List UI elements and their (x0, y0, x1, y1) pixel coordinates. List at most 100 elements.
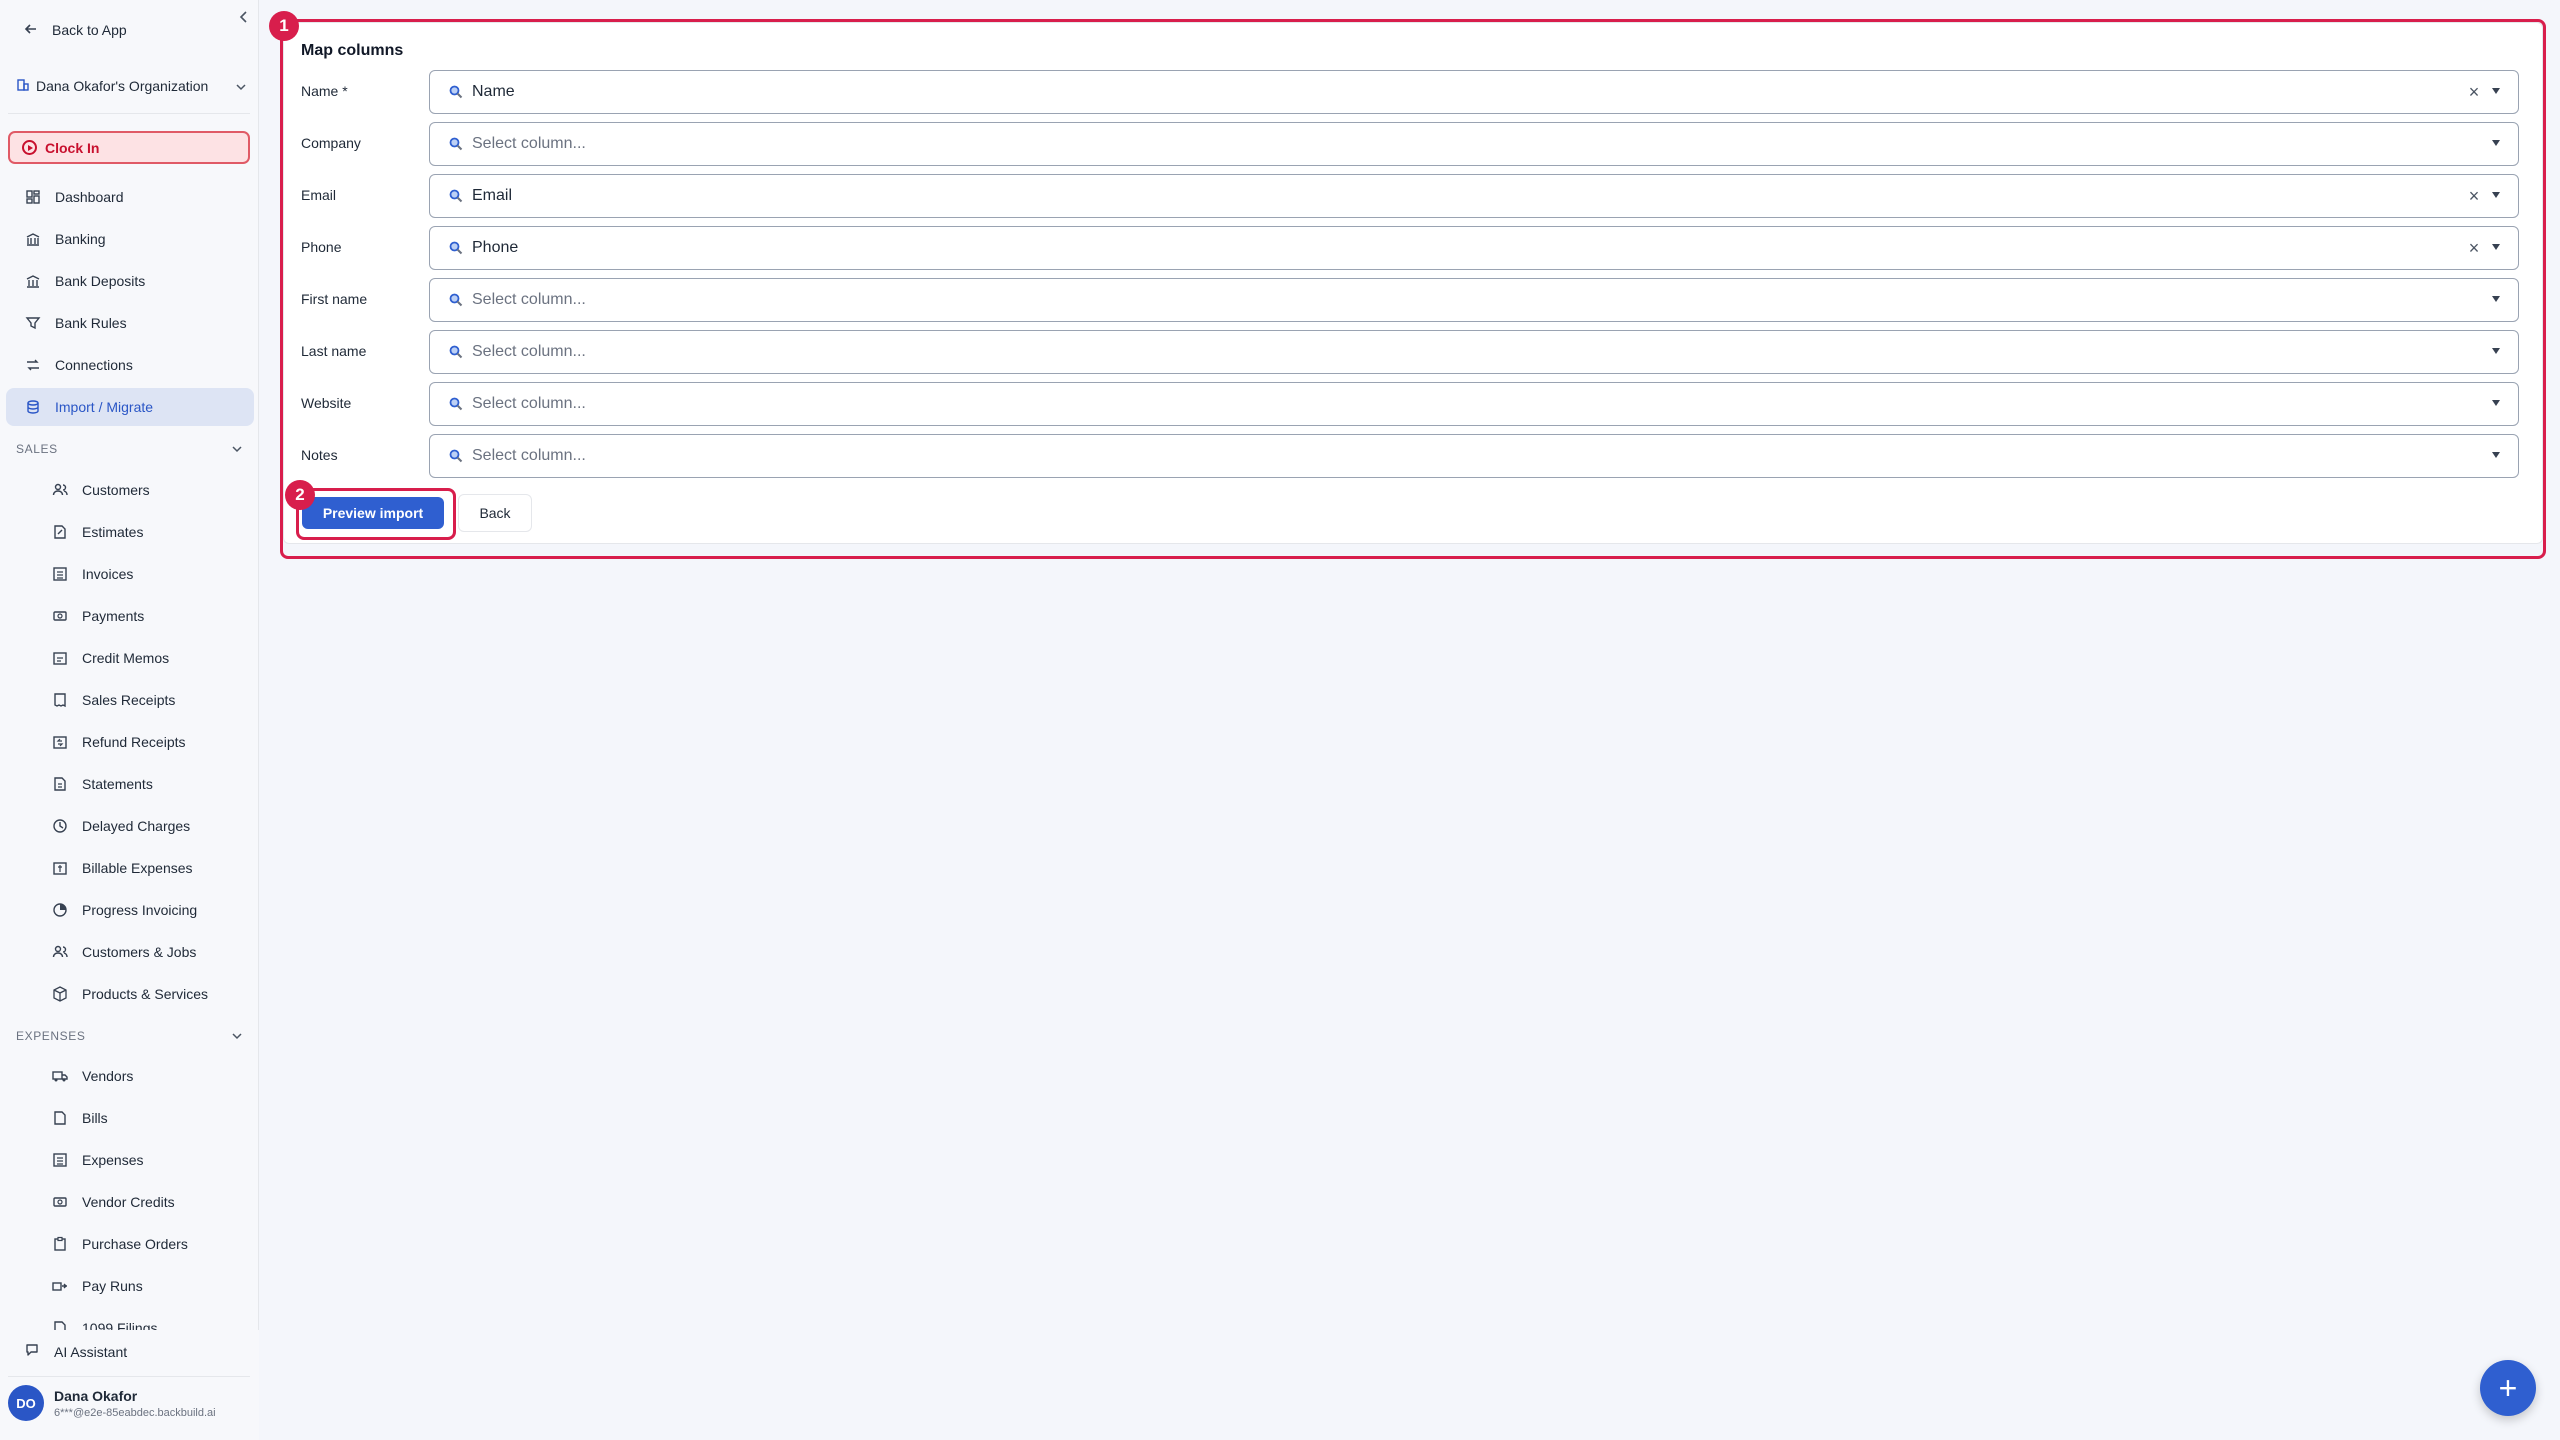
sidebar-item-label: Import / Migrate (55, 399, 154, 415)
highlight-box-2 (296, 488, 456, 540)
ai-assistant-link[interactable]: AI Assistant (24, 1342, 127, 1361)
connections-icon (25, 357, 41, 373)
sidebar-item-bills[interactable]: Bills (6, 1099, 254, 1137)
sidebar-item-label: Vendor Credits (82, 1194, 175, 1210)
sidebar-item-credit-memos[interactable]: Credit Memos (6, 639, 254, 677)
play-circle-icon (22, 140, 37, 155)
credit-memo-icon (52, 650, 68, 666)
sidebar-item-label: Customers (82, 482, 150, 498)
annotation-badge-2: 2 (285, 480, 315, 510)
sidebar-item-expenses[interactable]: Expenses (6, 1141, 254, 1179)
payment-icon (52, 608, 68, 624)
sidebar-item-label: Bills (82, 1110, 108, 1126)
sidebar-item-label: Customers & Jobs (82, 944, 197, 960)
sidebar-item-statements[interactable]: Statements (6, 765, 254, 803)
sidebar-item-label: Refund Receipts (82, 734, 186, 750)
back-to-app-link[interactable]: Back to App (24, 20, 127, 40)
plus-icon: + (2498, 1369, 2518, 1406)
chat-icon (24, 1342, 40, 1361)
sidebar-item-connections[interactable]: Connections (6, 346, 254, 384)
document-edit-icon (52, 524, 68, 540)
sidebar-item-import-migrate[interactable]: Import / Migrate (6, 388, 254, 426)
sidebar-item-products-services[interactable]: Products & Services (6, 975, 254, 1013)
sidebar-item-banking[interactable]: Banking (6, 220, 254, 258)
sidebar-item-refund-receipts[interactable]: Refund Receipts (6, 723, 254, 761)
section-header-label: EXPENSES (16, 1029, 86, 1043)
ai-assistant-label: AI Assistant (54, 1343, 128, 1360)
building-icon (16, 78, 30, 95)
sidebar-item-label: Billable Expenses (82, 860, 193, 876)
sidebar-item-bank-rules[interactable]: Bank Rules (6, 304, 254, 342)
divider (8, 113, 250, 114)
sidebar-item-vendor-credits[interactable]: Vendor Credits (6, 1183, 254, 1221)
clock-icon (52, 818, 68, 834)
clock-in-button[interactable]: Clock In (8, 131, 250, 164)
avatar: DO (8, 1385, 44, 1421)
filter-icon (25, 315, 41, 331)
sidebar-item-label: Connections (55, 357, 133, 373)
sidebar-item-label: Bank Rules (55, 315, 127, 331)
collapse-sidebar-button[interactable] (236, 10, 252, 26)
organization-name: Dana Okafor's Organization (36, 78, 209, 94)
user-profile[interactable]: DO Dana Okafor 6***@e2e-85eabdec.backbui… (8, 1385, 216, 1421)
user-email: 6***@e2e-85eabdec.backbuild.ai (54, 1406, 216, 1419)
sidebar-item-label: Credit Memos (82, 650, 170, 666)
chevron-down-icon (232, 442, 242, 456)
billable-icon (52, 860, 68, 876)
users-icon (52, 482, 68, 498)
sidebar-item-sales-receipts[interactable]: Sales Receipts (6, 681, 254, 719)
sidebar-item-label: Statements (82, 776, 153, 792)
sidebar-item-estimates[interactable]: Estimates (6, 513, 254, 551)
list-icon (52, 566, 68, 582)
sidebar-item-dashboard[interactable]: Dashboard (6, 178, 254, 216)
sidebar-item-label: Banking (55, 231, 106, 247)
chevron-down-icon (236, 78, 246, 94)
chevron-down-icon (232, 1029, 242, 1043)
clipboard-icon (52, 1236, 68, 1252)
sidebar-item-progress-invoicing[interactable]: Progress Invoicing (6, 891, 254, 929)
bill-icon (52, 1110, 68, 1126)
back-to-app-label: Back to App (52, 22, 127, 38)
sidebar-item-customers-jobs[interactable]: Customers & Jobs (6, 933, 254, 971)
sidebar-item-label: Delayed Charges (82, 818, 191, 834)
import-icon (25, 399, 41, 415)
sidebar-item-label: Bank Deposits (55, 273, 146, 289)
sidebar-item-label: Expenses (82, 1152, 144, 1168)
add-button[interactable]: + (2480, 1360, 2536, 1416)
sidebar-item-label: Payments (82, 608, 145, 624)
bank-deposit-icon (25, 273, 41, 289)
sidebar-item-customers[interactable]: Customers (6, 471, 254, 509)
bank-icon (25, 231, 41, 247)
receipt-icon (52, 692, 68, 708)
list-icon (52, 1152, 68, 1168)
statement-icon (52, 776, 68, 792)
sidebar-item-pay-runs[interactable]: Pay Runs (6, 1267, 254, 1305)
sidebar-item-label: Dashboard (55, 189, 124, 205)
sidebar-item-label: Progress Invoicing (82, 902, 198, 918)
organization-selector[interactable]: Dana Okafor's Organization (16, 74, 246, 98)
section-header-sales[interactable]: SALES (16, 439, 242, 459)
sidebar-item-label: Purchase Orders (82, 1236, 188, 1252)
sidebar-item-billable-expenses[interactable]: Billable Expenses (6, 849, 254, 887)
user-name: Dana Okafor (54, 1387, 138, 1404)
box-icon (52, 986, 68, 1002)
progress-icon (52, 902, 68, 918)
sidebar-item-invoices[interactable]: Invoices (6, 555, 254, 593)
arrow-left-icon (24, 22, 38, 39)
section-header-expenses[interactable]: EXPENSES (16, 1026, 242, 1046)
sidebar-item-vendors[interactable]: Vendors (6, 1057, 254, 1095)
sidebar-item-payments[interactable]: Payments (6, 597, 254, 635)
sidebar-item-label: Invoices (82, 566, 134, 582)
sidebar-item-label: Products & Services (82, 986, 209, 1002)
payment-icon (52, 1194, 68, 1210)
truck-icon (52, 1068, 68, 1084)
sidebar-item-delayed-charges[interactable]: Delayed Charges (6, 807, 254, 845)
users-icon (52, 944, 68, 960)
annotation-badge-1: 1 (269, 11, 299, 41)
sidebar-item-purchase-orders[interactable]: Purchase Orders (6, 1225, 254, 1263)
sidebar-item-bank-deposits[interactable]: Bank Deposits (6, 262, 254, 300)
sidebar-item-label: Vendors (82, 1068, 134, 1084)
divider (8, 1376, 250, 1377)
section-header-label: SALES (16, 442, 58, 456)
sidebar-item-label: Pay Runs (82, 1278, 143, 1294)
